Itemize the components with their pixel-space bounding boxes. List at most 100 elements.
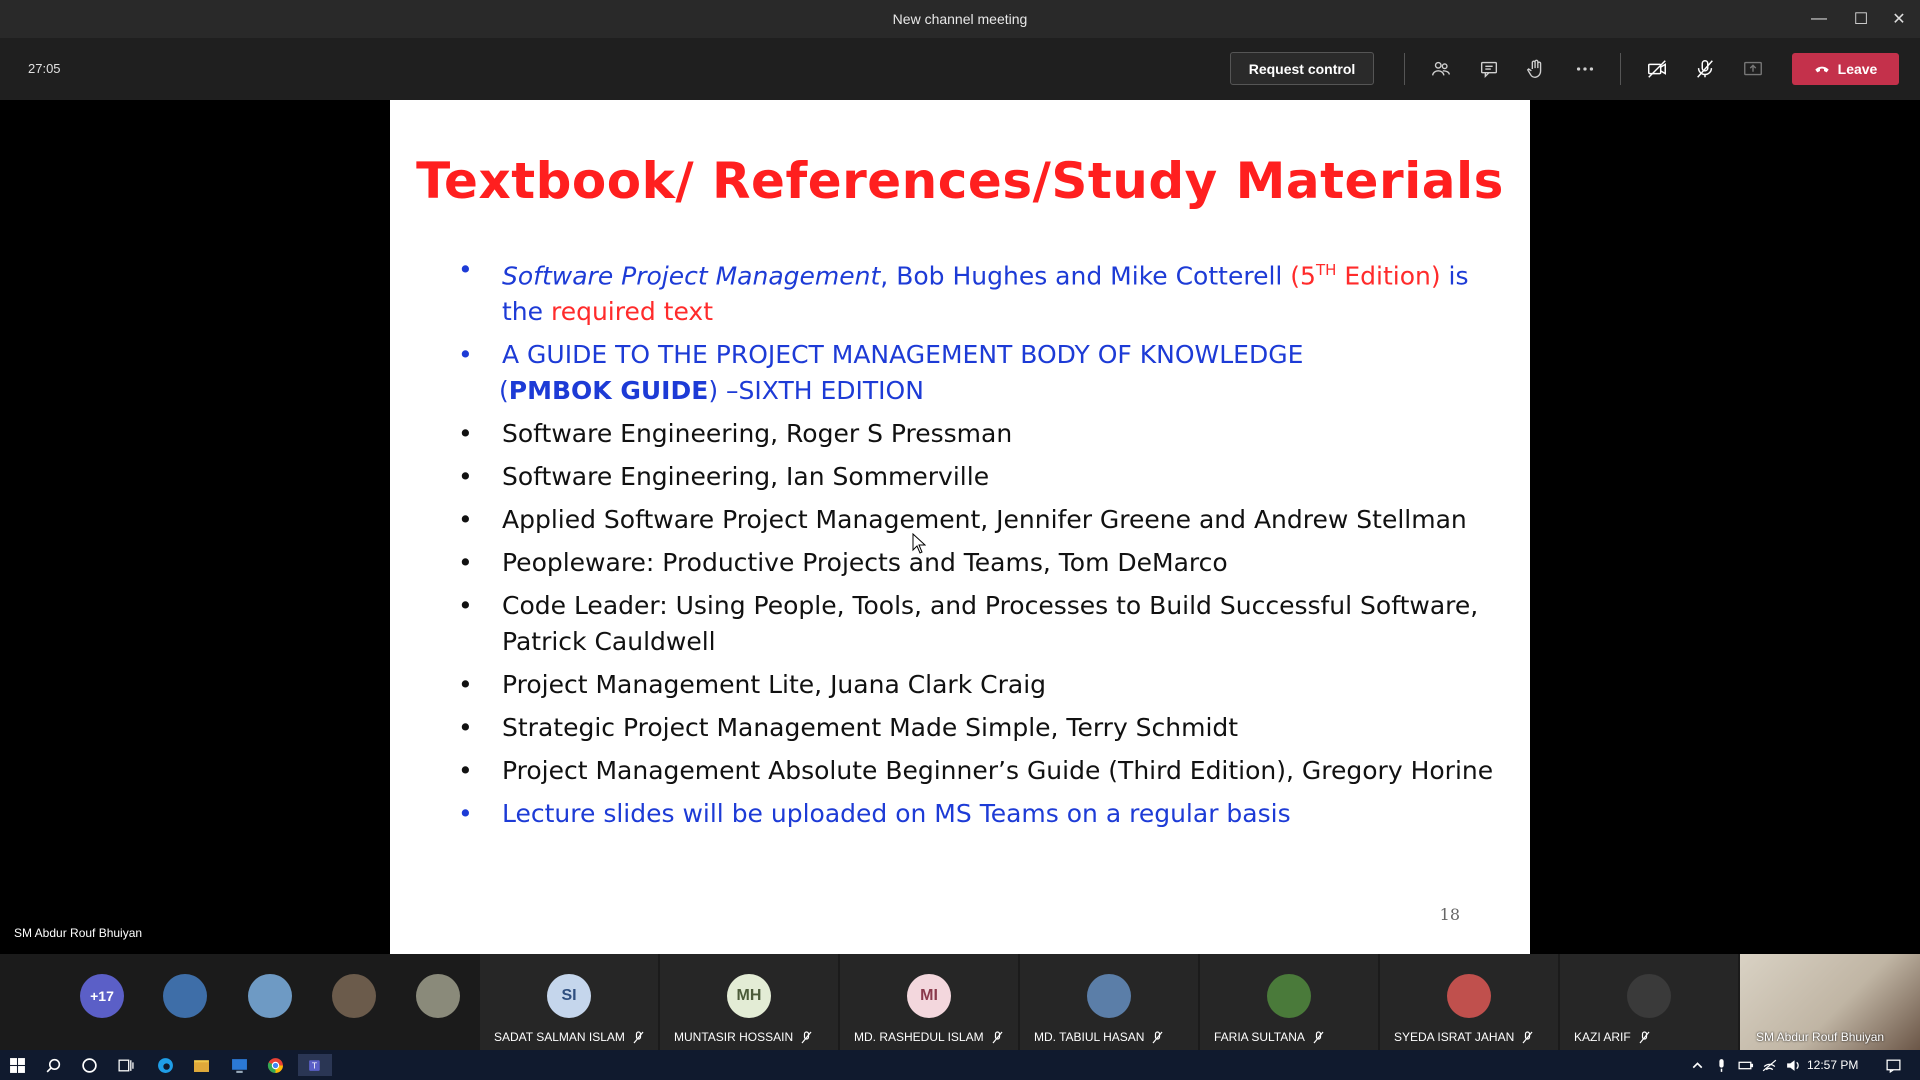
self-view-name: SM Abdur Rouf Bhuiyan <box>1756 1030 1885 1044</box>
mic-off-icon[interactable] <box>1690 54 1720 84</box>
edition-superscript: TH <box>1315 261 1337 279</box>
participant-name: MUNTASIR HOSSAIN <box>674 1030 794 1044</box>
author-text: Bob Hughes <box>896 261 1048 291</box>
participant-strip: +17 SI SADAT SALMAN ISLAM MH MUNTASIR HO… <box>0 954 1920 1050</box>
participant-name-row: SYEDA ISRAT JAHAN <box>1394 1030 1533 1044</box>
participant-name: FARIA SULTANA <box>1214 1030 1305 1044</box>
participant-name: KAZI ARIF <box>1574 1030 1631 1044</box>
edge-browser-icon[interactable] <box>152 1054 178 1076</box>
camera-off-icon[interactable] <box>1642 54 1672 84</box>
microphone-tray-icon[interactable] <box>1708 1054 1734 1076</box>
conjunction-text: and <box>1047 261 1111 291</box>
pmbok-paren: ( <box>499 376 509 406</box>
mic-off-icon <box>1639 1030 1650 1043</box>
list-item: Strategic Project Management Made Simple… <box>455 710 1495 746</box>
more-icon[interactable] <box>1570 54 1600 84</box>
chrome-browser-icon[interactable] <box>262 1054 288 1076</box>
cortana-icon[interactable] <box>76 1054 102 1076</box>
participant-name-row: SADAT SALMAN ISLAM <box>494 1030 644 1044</box>
participant-tile[interactable]: MI MD. RASHEDUL ISLAM <box>840 954 1018 1050</box>
participant-tile[interactable]: SYEDA ISRAT JAHAN <box>1380 954 1558 1050</box>
window-titlebar: New channel meeting — ☐ ✕ <box>0 0 1920 38</box>
list-item: Software Engineering, Roger S Pressman <box>455 416 1495 452</box>
meeting-toolbar: 27:05 Request control Leave <box>0 38 1920 100</box>
participant-name: MD. TABIUL HASAN <box>1034 1030 1145 1044</box>
avatar[interactable] <box>416 974 460 1018</box>
pmbok-line: A GUIDE TO THE PROJECT MANAGEMENT BODY O… <box>502 340 1304 370</box>
avatar <box>1267 974 1311 1018</box>
participants-icon[interactable] <box>1426 54 1456 84</box>
participant-tile[interactable]: SI SADAT SALMAN ISLAM <box>480 954 658 1050</box>
edition-text: Edition) <box>1336 261 1441 291</box>
participant-tile[interactable]: FARIA SULTANA <box>1200 954 1378 1050</box>
pmbok-edition: ) –SIXTH EDITION <box>708 376 924 406</box>
wifi-icon[interactable] <box>1756 1054 1782 1076</box>
avatar <box>1087 974 1131 1018</box>
presentation-slide: Textbook/ References/Study Materials Sof… <box>390 100 1530 954</box>
mic-off-icon <box>992 1030 1003 1043</box>
raise-hand-icon[interactable] <box>1521 54 1551 84</box>
battery-icon[interactable] <box>1732 1054 1758 1076</box>
task-view-icon[interactable] <box>112 1054 138 1076</box>
chat-icon[interactable] <box>1474 54 1504 84</box>
teams-app-icon[interactable]: T <box>298 1054 332 1076</box>
participant-name-row: MUNTASIR HOSSAIN <box>674 1030 812 1044</box>
participant-tile[interactable]: MD. TABIUL HASAN <box>1020 954 1198 1050</box>
svg-text:T: T <box>311 1060 316 1070</box>
shared-screen-stage: Textbook/ References/Study Materials Sof… <box>0 100 1920 954</box>
list-item: Applied Software Project Management, Jen… <box>455 502 1495 538</box>
participant-name: SYEDA ISRAT JAHAN <box>1394 1030 1515 1044</box>
participant-name-row: MD. TABIUL HASAN <box>1034 1030 1163 1044</box>
file-explorer-icon[interactable] <box>188 1054 214 1076</box>
windows-start-icon[interactable] <box>4 1054 30 1076</box>
chevron-up-icon[interactable] <box>1684 1054 1710 1076</box>
participant-name-row: KAZI ARIF <box>1574 1030 1650 1044</box>
list-item: Software Engineering, Ian Sommerville <box>455 459 1495 495</box>
participant-tile[interactable]: MH MUNTASIR HOSSAIN <box>660 954 838 1050</box>
minimize-icon: — <box>1811 10 1827 27</box>
search-icon[interactable] <box>40 1054 66 1076</box>
desktop-app-icon[interactable] <box>226 1054 252 1076</box>
avatar <box>1627 974 1671 1018</box>
notification-center-icon[interactable] <box>1880 1054 1906 1076</box>
share-tray-icon[interactable] <box>1738 54 1768 84</box>
participant-tile[interactable]: KAZI ARIF <box>1560 954 1738 1050</box>
participant-name-row: MD. RASHEDUL ISLAM <box>854 1030 1003 1044</box>
request-control-button[interactable]: Request control <box>1230 52 1374 85</box>
toolbar-divider <box>1404 53 1405 85</box>
taskbar-clock[interactable]: 12:57 PM <box>1807 1058 1858 1072</box>
volume-icon[interactable] <box>1780 1054 1806 1076</box>
more-participants-button[interactable]: +17 <box>80 974 124 1018</box>
separator-text: , <box>880 261 897 291</box>
pmbok-bold: PMBOK GUIDE <box>508 376 709 406</box>
mic-off-icon <box>1522 1030 1533 1043</box>
window-title: New channel meeting <box>892 11 1028 27</box>
mic-off-icon <box>801 1030 812 1043</box>
phone-hangup-icon <box>1814 61 1830 77</box>
list-item: A GUIDE TO THE PROJECT MANAGEMENT BODY O… <box>455 337 1495 409</box>
participant-name: MD. RASHEDUL ISLAM <box>854 1030 984 1044</box>
list-item: Lecture slides will be uploaded on MS Te… <box>455 796 1495 832</box>
avatar[interactable] <box>248 974 292 1018</box>
close-icon: ✕ <box>1892 11 1906 28</box>
leave-button[interactable]: Leave <box>1792 53 1899 85</box>
mic-off-icon <box>633 1030 644 1043</box>
mic-off-icon <box>1153 1030 1163 1043</box>
avatar: MI <box>907 974 951 1018</box>
leave-label: Leave <box>1837 61 1878 77</box>
list-item: Project Management Absolute Beginner’s G… <box>455 753 1495 789</box>
minimize-button[interactable]: — <box>1796 0 1842 38</box>
close-button[interactable]: ✕ <box>1876 0 1920 38</box>
meeting-timer: 27:05 <box>28 61 61 76</box>
avatar: MH <box>727 974 771 1018</box>
self-view-video[interactable]: SM Abdur Rouf Bhuiyan <box>1740 954 1920 1050</box>
edition-text: (5 <box>1282 261 1316 291</box>
book-title-text: Software Project Management <box>502 261 881 291</box>
avatar <box>1447 974 1491 1018</box>
avatar[interactable] <box>163 974 207 1018</box>
slide-title: Textbook/ References/Study Materials <box>416 152 1504 210</box>
author-text: Mike Cotterell <box>1110 261 1283 291</box>
avatar[interactable] <box>332 974 376 1018</box>
windows-taskbar: T 12:57 PM <box>0 1050 1920 1080</box>
list-item: Peopleware: Productive Projects and Team… <box>455 545 1495 581</box>
